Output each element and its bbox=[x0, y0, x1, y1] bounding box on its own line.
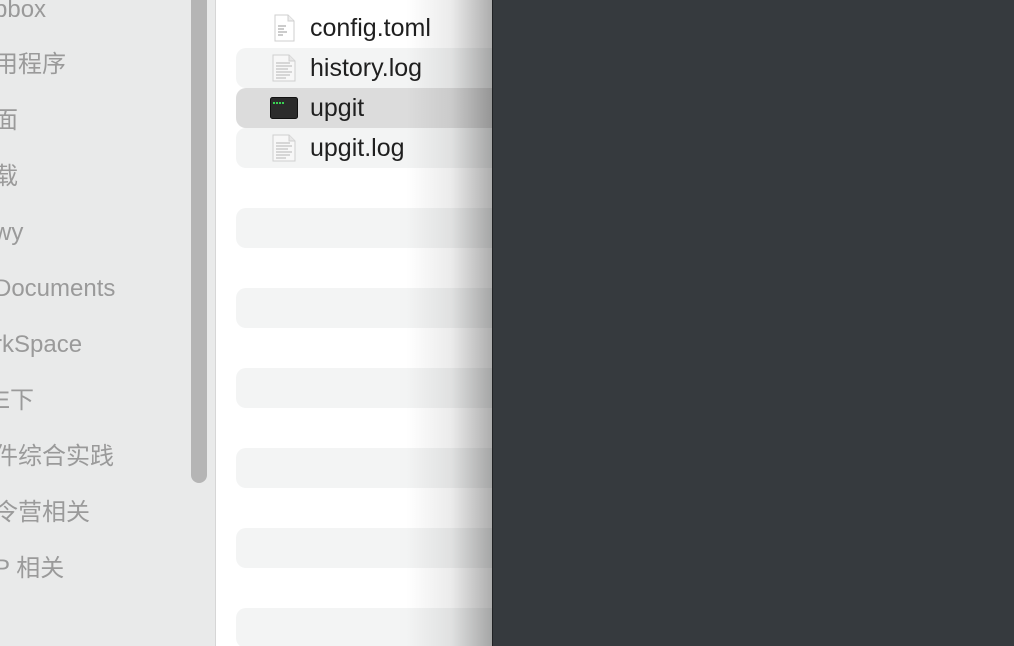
file-row[interactable]: upgit.log bbox=[236, 128, 492, 168]
sidebar: pbox 用程序 面 载 wy Documents rkSpace E下 件综合… bbox=[0, 0, 216, 646]
empty-row-stripe bbox=[236, 528, 492, 568]
file-row[interactable]: config.toml bbox=[236, 8, 492, 48]
file-name: history.log bbox=[310, 54, 423, 82]
sidebar-item-folder-9[interactable]: 件综合实践 bbox=[0, 441, 114, 473]
sidebar-item-folder-11[interactable]: P 相关 bbox=[0, 553, 64, 585]
empty-row-stripe bbox=[236, 448, 492, 488]
terminal-exec-icon bbox=[270, 97, 298, 119]
sidebar-item-desktop[interactable]: 面 bbox=[0, 105, 18, 137]
empty-row-stripe bbox=[236, 608, 492, 646]
file-name: config.toml bbox=[310, 14, 431, 42]
sidebar-item-folder-8[interactable]: E下 bbox=[0, 385, 34, 417]
sidebar-item-workspace[interactable]: rkSpace bbox=[0, 329, 82, 361]
log-file-icon bbox=[272, 134, 296, 162]
file-row-selected[interactable]: upgit bbox=[236, 88, 492, 128]
sidebar-scrollbar[interactable] bbox=[191, 0, 207, 483]
sidebar-item-documents[interactable]: Documents bbox=[0, 273, 115, 305]
file-name: upgit.log bbox=[310, 134, 405, 162]
sidebar-item-applications[interactable]: 用程序 bbox=[0, 49, 66, 81]
sidebar-item-dropbox[interactable]: pbox bbox=[0, 0, 46, 26]
empty-row-stripe bbox=[236, 288, 492, 328]
log-file-icon bbox=[272, 54, 296, 82]
terminal-window[interactable] bbox=[492, 0, 1014, 646]
text-file-icon bbox=[274, 14, 295, 42]
file-name: upgit bbox=[310, 94, 365, 122]
file-list: config.toml history.log upgit upgit.log bbox=[216, 0, 492, 646]
empty-row-stripe bbox=[236, 208, 492, 248]
file-row[interactable]: history.log bbox=[236, 48, 492, 88]
sidebar-item-folder-10[interactable]: 令营相关 bbox=[0, 497, 90, 529]
empty-row-stripe bbox=[236, 368, 492, 408]
sidebar-item-downloads[interactable]: 载 bbox=[0, 161, 18, 193]
sidebar-item-home[interactable]: wy bbox=[0, 217, 23, 249]
